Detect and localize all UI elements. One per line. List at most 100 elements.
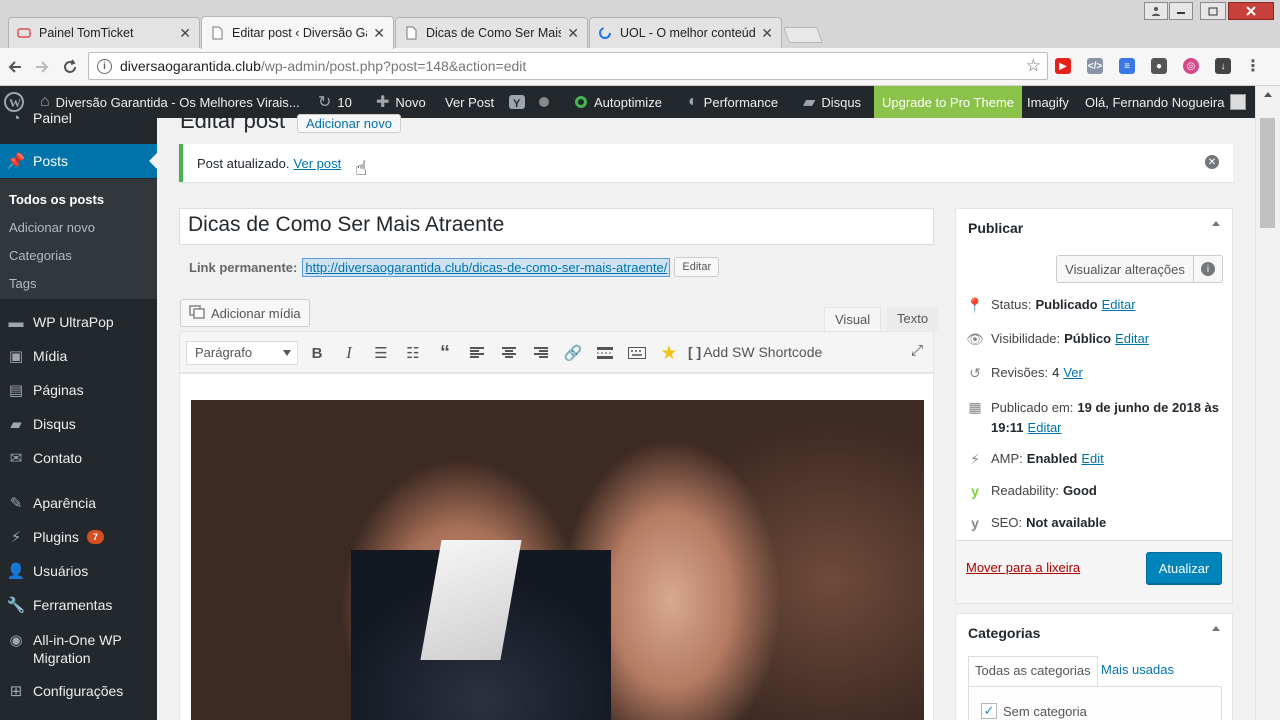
collapse-arrow-icon[interactable] <box>1212 626 1220 631</box>
disqus-link[interactable]: ▰ Disqus <box>803 86 861 118</box>
view-post-link[interactable]: Ver post <box>294 156 342 171</box>
sidebar-item-users[interactable]: 👤 Usuários <box>0 554 157 588</box>
categories-box: Categorias Todas as categorias Mais usad… <box>955 613 1233 720</box>
submenu-tags[interactable]: Tags <box>9 276 36 291</box>
align-center-icon[interactable] <box>497 342 521 364</box>
account-menu[interactable]: Olá, Fernando Nogueira <box>1085 86 1247 118</box>
align-right-icon[interactable] <box>529 342 553 364</box>
permalink-url[interactable]: http://diversaogarantida.club/dicas-de-c… <box>302 257 671 277</box>
close-icon[interactable]: ✕ <box>179 25 191 42</box>
tab-all-categories[interactable]: Todas as categorias <box>968 656 1098 686</box>
submenu-add-new[interactable]: Adicionar novo <box>9 220 95 235</box>
sidebar-item-pages[interactable]: ▤ Páginas <box>0 373 157 407</box>
youtube-extension-icon[interactable]: ▶ <box>1055 58 1071 74</box>
fullscreen-icon[interactable]: ⤢ <box>911 342 923 359</box>
sidebar-item-wp-ultrapop[interactable]: ▬ WP UltraPop <box>0 305 157 339</box>
checkbox-checked-icon[interactable]: ✓ <box>981 703 997 719</box>
italic-icon[interactable]: I <box>337 342 361 364</box>
back-icon[interactable] <box>3 55 27 79</box>
browser-tab-active[interactable]: Editar post ‹ Diversão Ga ✕ <box>201 16 394 49</box>
tab-text[interactable]: Texto <box>887 307 939 331</box>
keyboard-icon[interactable] <box>625 342 649 364</box>
instagram-extension-icon[interactable]: ◎ <box>1183 58 1199 74</box>
permalink-edit-button[interactable]: Editar <box>674 257 720 277</box>
read-more-icon[interactable] <box>593 342 617 364</box>
sw-shortcode-button[interactable]: [ ] Add SW Shortcode <box>688 344 822 360</box>
star-icon[interactable]: ★ <box>657 342 681 364</box>
close-icon[interactable]: ✕ <box>373 25 385 42</box>
autoptimize-link[interactable]: Autoptimize <box>575 86 662 118</box>
ticket-icon <box>17 26 31 40</box>
dismiss-icon[interactable]: ✕ <box>1205 155 1219 169</box>
pin-icon: 📌 <box>6 153 26 170</box>
bookmark-star-icon[interactable]: ☆ <box>1026 56 1041 76</box>
menu-kebab-icon[interactable]: ⋮ <box>1245 58 1261 75</box>
post-image[interactable] <box>191 400 924 720</box>
edit-visibility-link[interactable]: Editar <box>1115 329 1149 349</box>
code-extension-icon[interactable]: </> <box>1087 58 1103 74</box>
post-title-input[interactable]: Dicas de Como Ser Mais Atraente <box>179 208 934 245</box>
people-extension-icon[interactable]: ● <box>1151 58 1167 74</box>
bullet-list-icon[interactable]: ☰ <box>369 342 393 364</box>
view-revisions-link[interactable]: Ver <box>1063 363 1083 383</box>
bold-icon[interactable]: B <box>305 342 329 364</box>
address-bar[interactable]: i diversaogarantida.club/wp-admin/post.p… <box>88 52 1048 80</box>
format-select[interactable]: Parágrafo <box>186 341 298 365</box>
tab-visual[interactable]: Visual <box>824 307 882 331</box>
reload-icon[interactable] <box>58 55 82 79</box>
yoast-icon[interactable]: Y <box>508 86 526 118</box>
performance-link[interactable]: ◐ Performance <box>688 86 778 118</box>
preview-changes-button[interactable]: Visualizar alterações <box>1056 255 1194 283</box>
close-icon[interactable]: ✕ <box>761 25 773 42</box>
imagify-link[interactable]: Imagify <box>1027 86 1069 118</box>
move-to-trash-link[interactable]: Mover para a lixeira <box>966 560 1080 575</box>
sidebar-item-dashboard[interactable]: ◔ Painel <box>0 101 157 135</box>
editor-body[interactable] <box>179 373 934 720</box>
sidebar-item-appearance[interactable]: ✎ Aparência <box>0 486 157 520</box>
new-tab-button[interactable] <box>783 27 823 43</box>
preview-info-button[interactable]: i <box>1194 255 1223 283</box>
tab-most-used[interactable]: Mais usadas <box>1101 662 1174 677</box>
sidebar-item-plugins[interactable]: ⚡ Plugins 7 <box>0 520 157 554</box>
edit-date-link[interactable]: Editar <box>1028 420 1062 435</box>
close-icon[interactable]: ✕ <box>567 25 579 42</box>
sidebar-item-settings[interactable]: ⊞ Configurações <box>0 674 157 708</box>
align-left-icon[interactable] <box>465 342 489 364</box>
category-label: Sem categoria <box>1003 703 1087 719</box>
sidebar-item-migration[interactable]: ◉ All-in-One WP Migration <box>0 628 157 672</box>
blockquote-icon[interactable]: “ <box>433 342 457 364</box>
update-button[interactable]: Atualizar <box>1146 552 1222 584</box>
close-window-button[interactable] <box>1228 2 1274 20</box>
scroll-up-icon[interactable] <box>1264 92 1272 97</box>
scrollbar-thumb[interactable] <box>1260 118 1275 228</box>
upgrade-theme-link[interactable]: Upgrade to Pro Theme <box>874 86 1022 118</box>
sidebar-item-posts[interactable]: 📌 Posts <box>0 144 157 178</box>
view-post-link[interactable]: Ver Post <box>445 86 494 118</box>
numbered-list-icon[interactable]: ☷ <box>401 342 425 364</box>
sidebar-item-media[interactable]: ▣ Mídia <box>0 339 157 373</box>
sidebar-item-disqus[interactable]: ▰ Disqus <box>0 407 157 441</box>
link-icon[interactable]: 🔗 <box>561 342 585 364</box>
restore-button[interactable] <box>1200 2 1226 20</box>
edit-status-link[interactable]: Editar <box>1102 295 1136 315</box>
docs-extension-icon[interactable]: ≡ <box>1119 58 1135 74</box>
edit-amp-link[interactable]: Edit <box>1081 449 1103 469</box>
tab-title: Editar post ‹ Diversão Ga <box>232 26 368 40</box>
collapse-arrow-icon[interactable] <box>1212 221 1220 226</box>
browser-tab[interactable]: UOL - O melhor conteúd ✕ <box>589 17 782 48</box>
info-icon[interactable]: i <box>97 58 112 74</box>
download-extension-icon[interactable]: ↓ <box>1215 58 1231 74</box>
category-item[interactable]: ✓ Sem categoria <box>981 703 1087 719</box>
add-new-button[interactable]: Adicionar novo <box>297 114 401 133</box>
sidebar-item-contact[interactable]: ✉ Contato <box>0 441 157 475</box>
browser-tab[interactable]: Dicas de Como Ser Mais ✕ <box>395 17 588 48</box>
submenu-categories[interactable]: Categorias <box>9 248 72 263</box>
forward-icon[interactable] <box>30 55 54 79</box>
page-scrollbar[interactable] <box>1255 86 1280 720</box>
minimize-button[interactable] <box>1169 2 1193 20</box>
submenu-all-posts[interactable]: Todos os posts <box>9 192 104 207</box>
add-media-button[interactable]: Adicionar mídia <box>180 299 310 327</box>
sidebar-item-tools[interactable]: 🔧 Ferramentas <box>0 588 157 622</box>
user-profile-button[interactable] <box>1144 2 1168 20</box>
browser-tab[interactable]: Painel TomTicket ✕ <box>8 17 200 48</box>
